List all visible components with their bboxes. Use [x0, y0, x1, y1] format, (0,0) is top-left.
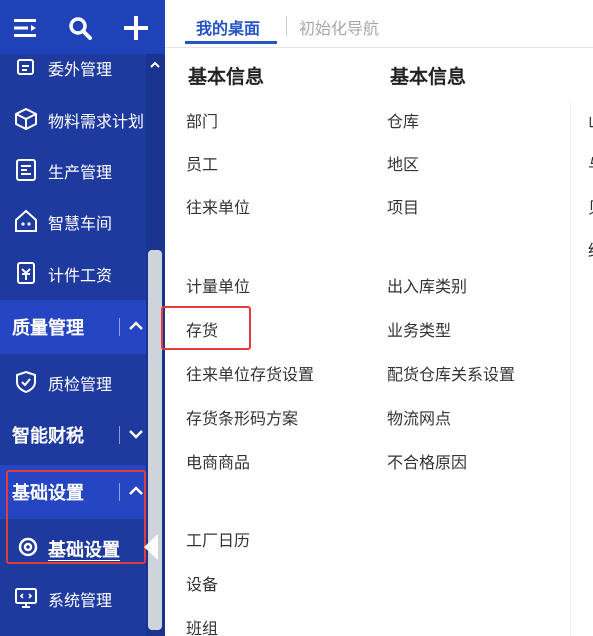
- column-heading: 基本信息: [188, 66, 265, 88]
- sidebar-item-outsourcing[interactable]: 委外管理: [0, 42, 165, 92]
- sidebar-item-quality-inspection[interactable]: 质检管理: [0, 357, 165, 407]
- menu-item-delivery-warehouse[interactable]: 配货仓库关系设置: [387, 361, 515, 385]
- sidebar-item-smart-workshop[interactable]: 智慧车间: [0, 196, 165, 246]
- menu-item-partial[interactable]: 结: [588, 237, 593, 261]
- highlight-box: [6, 470, 146, 564]
- menu-item-project[interactable]: 项目: [387, 194, 419, 218]
- menu-item-partial[interactable]: 山: [588, 108, 593, 132]
- active-pointer: [144, 534, 158, 560]
- tab-init-nav[interactable]: 初始化导航: [299, 15, 379, 39]
- sidebar-group-finance-tax[interactable]: 智能财税: [0, 408, 165, 462]
- menu-item-department[interactable]: 部门: [186, 108, 218, 132]
- sidebar-item-label: 系统管理: [48, 591, 113, 610]
- menu-item-partner-inventory[interactable]: 往来单位存货设置: [186, 361, 314, 385]
- active-tab-indicator: [185, 41, 277, 44]
- menu-item-partial[interactable]: 与: [588, 151, 593, 175]
- sidebar-item-label: 物料需求计划: [48, 112, 145, 131]
- quality-shield-icon: [16, 370, 36, 394]
- sidebar-item-label: 委外管理: [48, 60, 113, 79]
- chevron-down-icon[interactable]: [126, 424, 146, 444]
- search-icon: [69, 17, 92, 40]
- sidebar-group-quality[interactable]: 质量管理: [0, 300, 165, 354]
- production-icon: [16, 159, 36, 181]
- menu-item-partner[interactable]: 往来单位: [186, 194, 250, 218]
- sidebar-group-label: 智能财税: [12, 426, 84, 447]
- menu-item-business-type[interactable]: 业务类型: [387, 317, 451, 341]
- menu-item-logistics-point[interactable]: 物流网点: [387, 405, 451, 429]
- sidebar-item-label: 计件工资: [48, 266, 113, 285]
- menu-item-unit[interactable]: 计量单位: [186, 273, 250, 297]
- scroll-up-icon[interactable]: [148, 58, 162, 72]
- menu-item-ecommerce[interactable]: 电商商品: [186, 449, 250, 473]
- plus-icon: [124, 16, 148, 40]
- menu-item-region[interactable]: 地区: [387, 151, 419, 175]
- highlight-box: [161, 306, 251, 350]
- sidebar-item-system[interactable]: 系统管理: [0, 573, 165, 623]
- outsourcing-icon: [17, 59, 34, 75]
- sidebar-group-label: 质量管理: [12, 318, 84, 339]
- menu-item-team[interactable]: 班组: [186, 615, 218, 636]
- sidebar-item-label: 智慧车间: [48, 214, 113, 233]
- divider: [286, 16, 287, 36]
- menu-item-barcode-scheme[interactable]: 存货条形码方案: [186, 405, 298, 429]
- monitor-code-icon: [15, 588, 37, 608]
- wage-icon: [17, 262, 35, 284]
- menu-item-employee[interactable]: 员工: [186, 151, 218, 175]
- divider: [119, 426, 120, 444]
- menu-item-io-category[interactable]: 出入库类别: [387, 273, 467, 297]
- menu-item-warehouse[interactable]: 仓库: [387, 108, 419, 132]
- chevron-up-icon[interactable]: [126, 316, 146, 336]
- tab-my-desktop[interactable]: 我的桌面: [196, 15, 260, 39]
- menu-item-partial[interactable]: 贝: [588, 194, 593, 218]
- divider: [570, 100, 571, 636]
- menu-item-equipment[interactable]: 设备: [186, 571, 218, 595]
- scrollbar-thumb[interactable]: [148, 250, 162, 630]
- sidebar-item-piece-wage[interactable]: 计件工资: [0, 248, 165, 298]
- column-heading: 基本信息: [390, 66, 467, 88]
- divider: [119, 318, 120, 336]
- menu-item-defect-reason[interactable]: 不合格原因: [387, 449, 467, 473]
- menu-icon: [14, 19, 36, 37]
- sidebar-item-label: 质检管理: [48, 375, 113, 394]
- material-box-icon: [15, 107, 37, 131]
- sidebar-item-production[interactable]: 生产管理: [0, 145, 165, 195]
- robot-icon: [15, 209, 37, 232]
- sidebar-item-material-plan[interactable]: 物料需求计划: [0, 94, 165, 144]
- menu-item-factory-calendar[interactable]: 工厂日历: [186, 527, 250, 551]
- sidebar-item-label: 生产管理: [48, 163, 113, 182]
